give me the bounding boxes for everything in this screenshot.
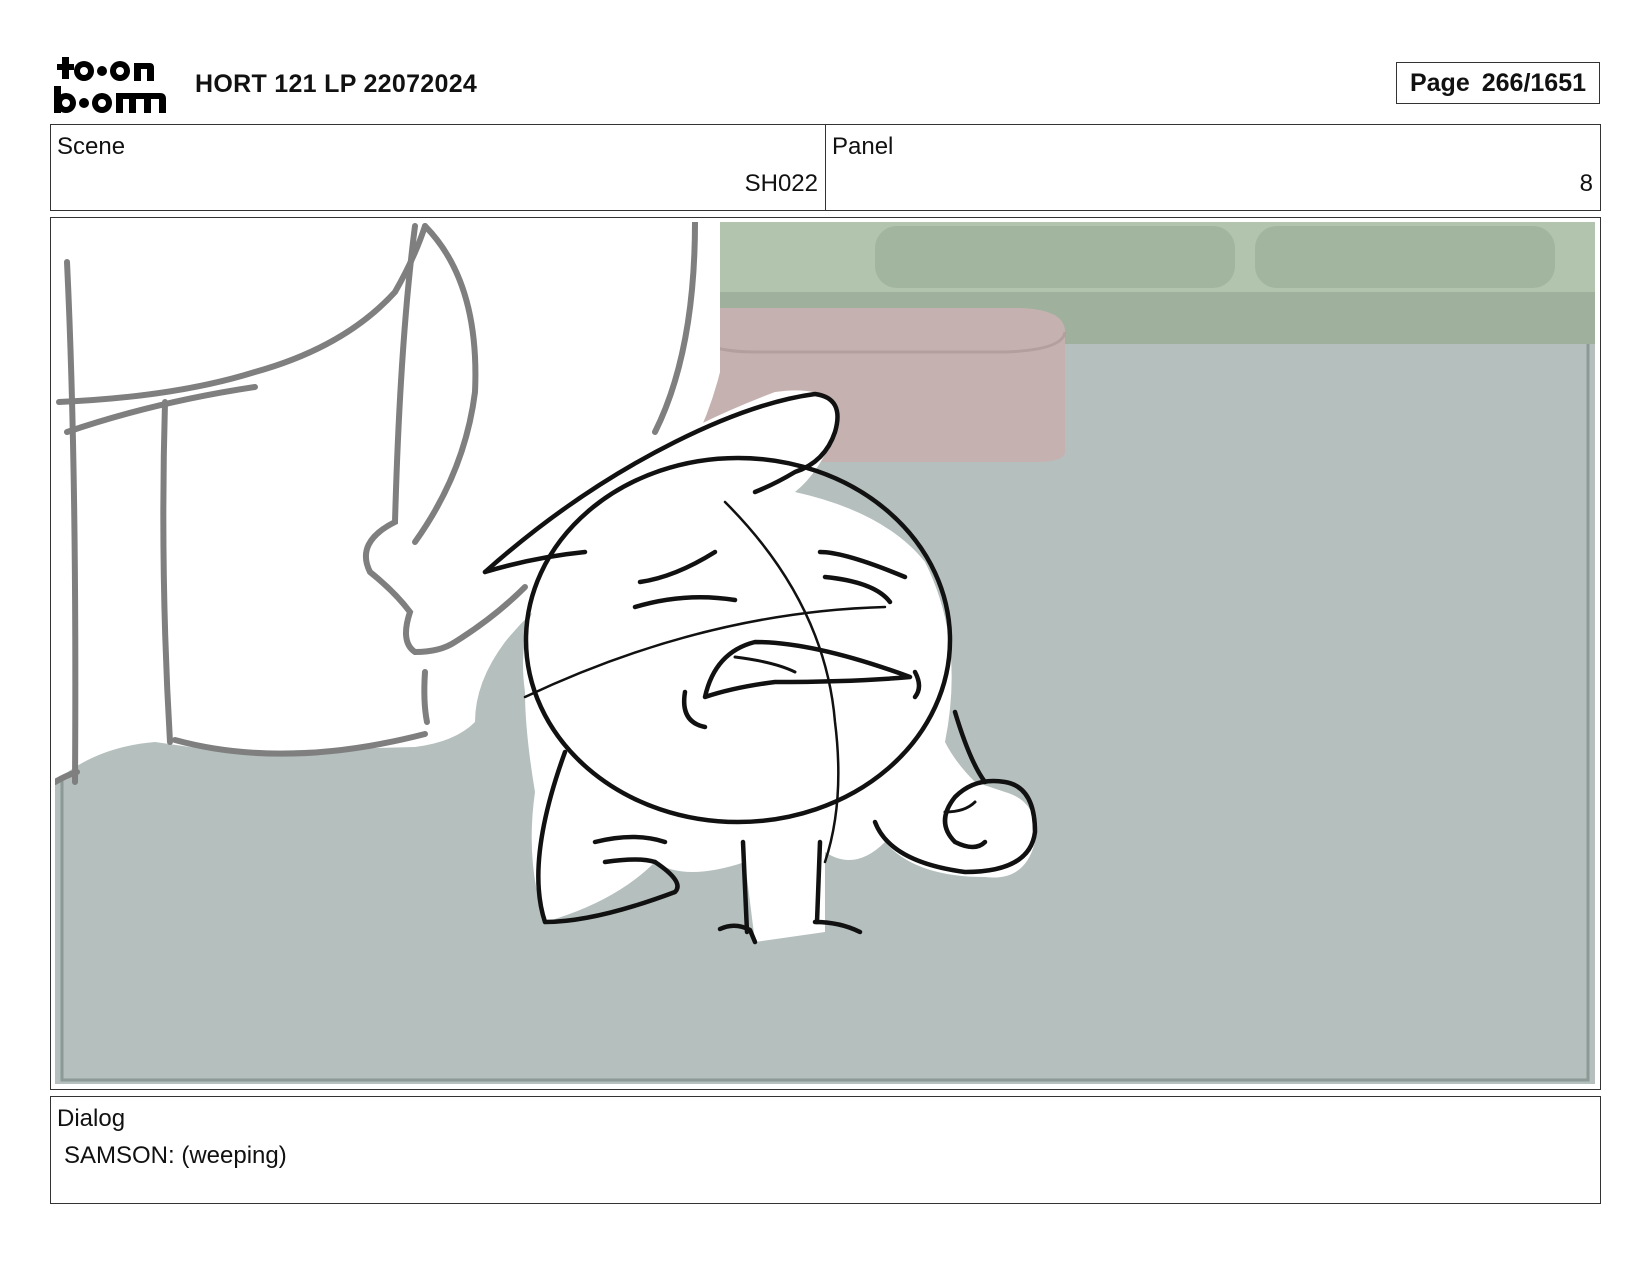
page-indicator: Page 266/1651 [1396, 62, 1600, 104]
page-label: Page [1409, 68, 1470, 97]
storyboard-sketch [55, 222, 1595, 1084]
storyboard-panel [50, 217, 1601, 1090]
dialog-box: Dialog SAMSON: (weeping) [50, 1096, 1601, 1204]
document-title: HORT 121 LP 22072024 [195, 70, 478, 98]
scene-panel-row: Scene SH022 Panel 8 [50, 124, 1601, 211]
panel-value: 8 [1579, 170, 1593, 197]
toonboom-logo [54, 55, 170, 115]
scene-cell: Scene SH022 [51, 125, 825, 210]
panel-label: Panel [832, 133, 894, 160]
dialog-label: Dialog [57, 1105, 126, 1132]
scene-label: Scene [57, 133, 126, 160]
panel-cell: Panel 8 [825, 125, 1600, 210]
page-number: 266/1651 [1481, 68, 1587, 97]
dialog-text: SAMSON: (weeping) [64, 1142, 287, 1169]
scene-value: SH022 [744, 170, 818, 197]
